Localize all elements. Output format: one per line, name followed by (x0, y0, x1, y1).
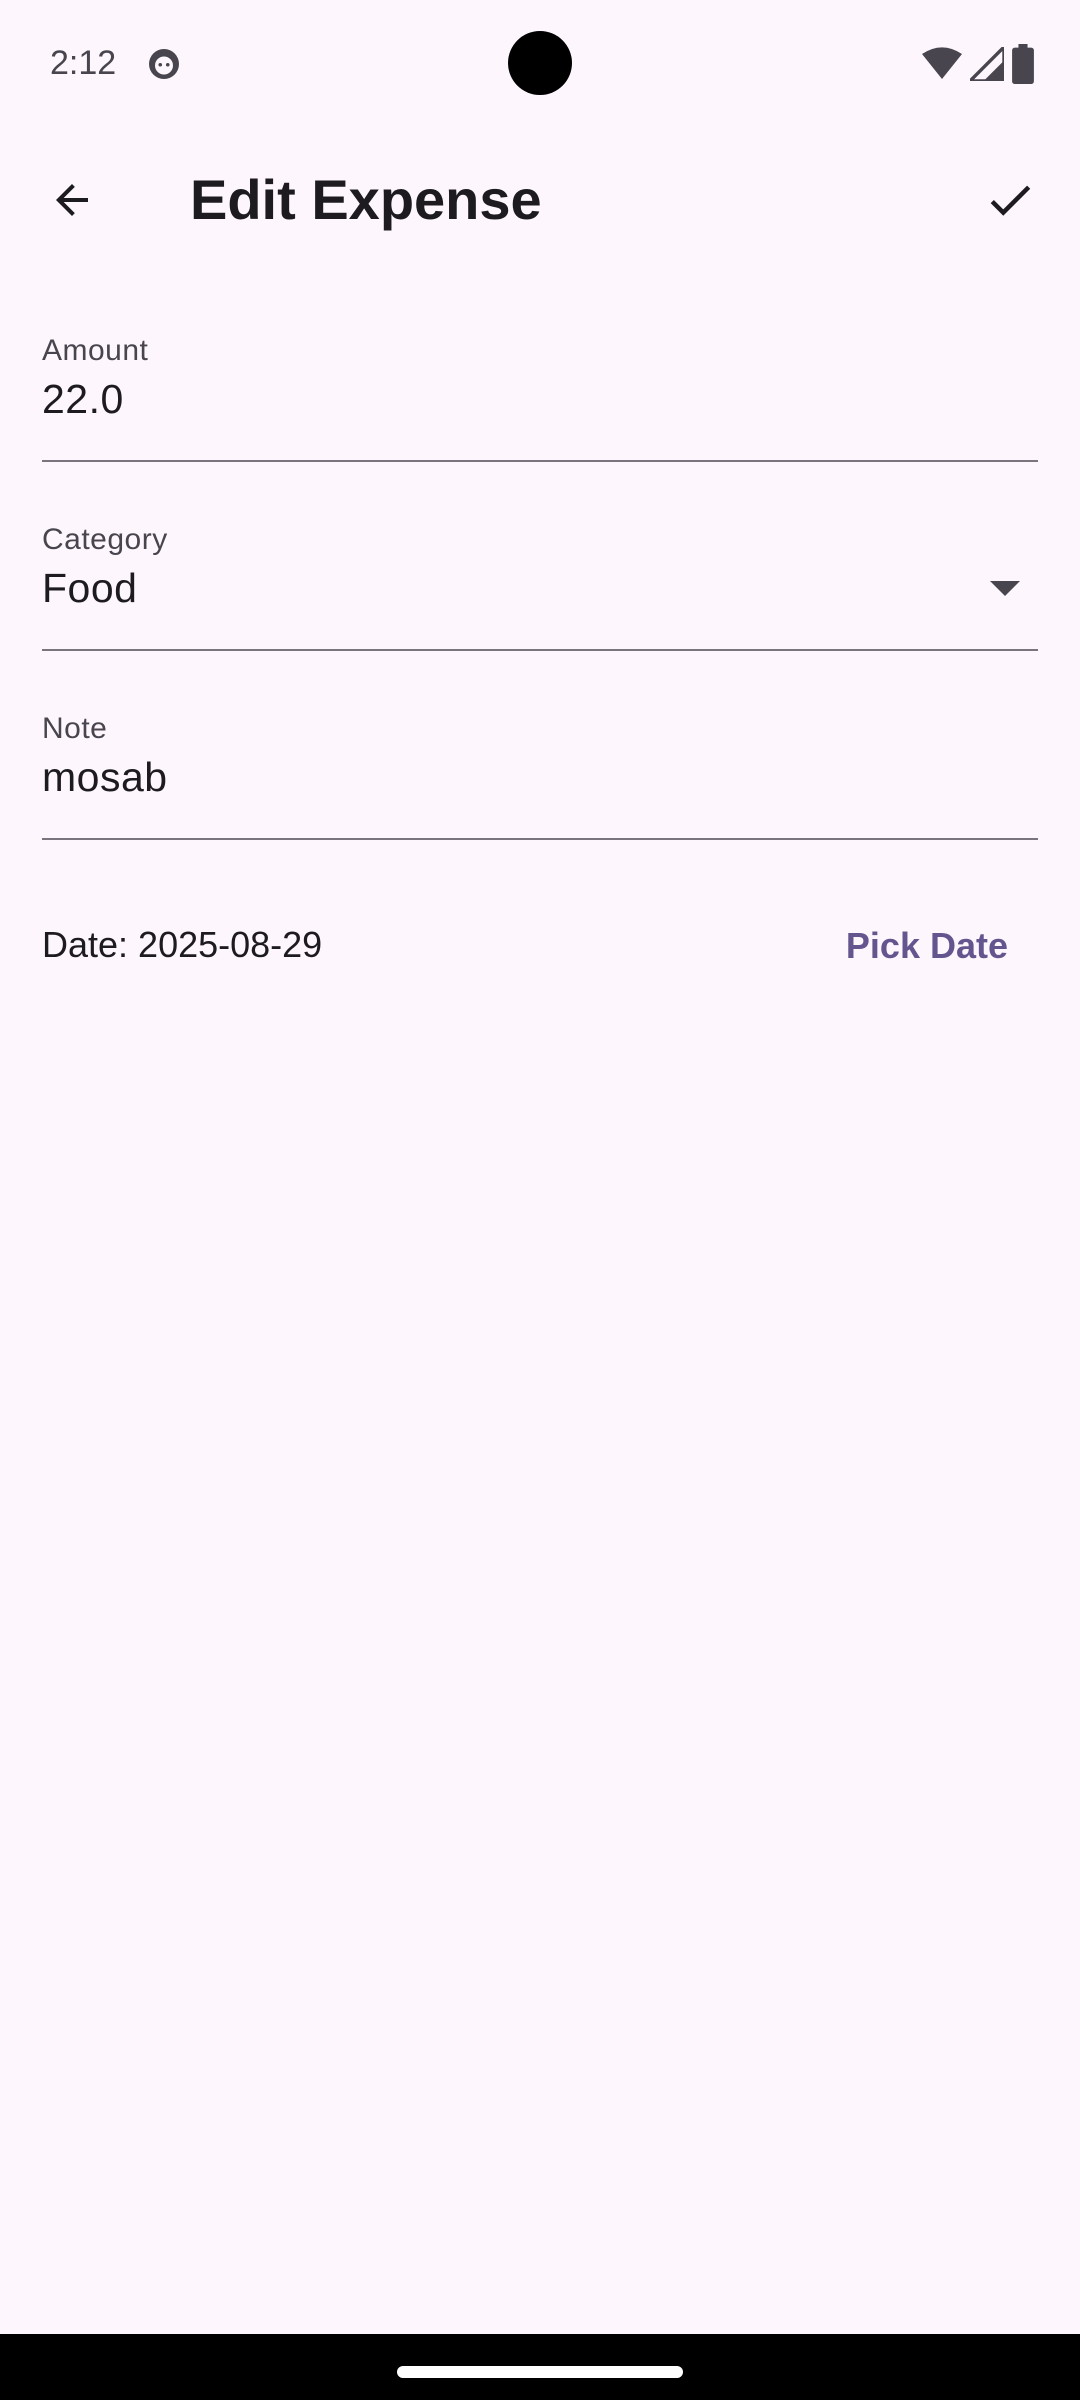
amount-field[interactable]: Amount 22.0 (42, 334, 1038, 462)
pick-date-button[interactable]: Pick Date (834, 908, 1020, 984)
arrow-back-icon (56, 184, 88, 216)
note-field[interactable]: Note mosab (42, 712, 1038, 840)
save-button[interactable] (974, 164, 1046, 236)
check-icon (990, 185, 1031, 216)
signal-icon (970, 47, 1004, 81)
note-input[interactable]: mosab (42, 754, 168, 801)
date-text: Date: 2025-08-29 (42, 924, 323, 965)
status-icons (922, 44, 1034, 84)
page-title: Edit Expense (190, 168, 542, 231)
system-nav-bar (0, 2334, 1080, 2400)
home-indicator[interactable] (397, 2366, 683, 2378)
date-row: Date: 2025-08-29 Pick Date (42, 900, 1038, 990)
battery-icon (1012, 44, 1034, 84)
dropdown-arrow-icon[interactable] (990, 581, 1020, 596)
category-label: Category (42, 523, 168, 556)
app-notification-icon (149, 49, 179, 79)
top-app-bar: Edit Expense (0, 128, 1080, 272)
note-label: Note (42, 712, 108, 745)
edit-expense-screen: 2:12 Edit Expense Amount 22.0 Category F… (0, 0, 1080, 2400)
camera-cutout (508, 31, 572, 95)
category-selected-value[interactable]: Food (42, 565, 137, 612)
amount-input[interactable]: 22.0 (42, 376, 124, 423)
wifi-icon (922, 47, 962, 79)
amount-label: Amount (42, 334, 149, 367)
status-time: 2:12 (50, 44, 117, 82)
category-dropdown[interactable]: Category Food (42, 523, 1038, 651)
back-button[interactable] (36, 164, 108, 236)
status-bar: 2:12 (0, 0, 1080, 128)
